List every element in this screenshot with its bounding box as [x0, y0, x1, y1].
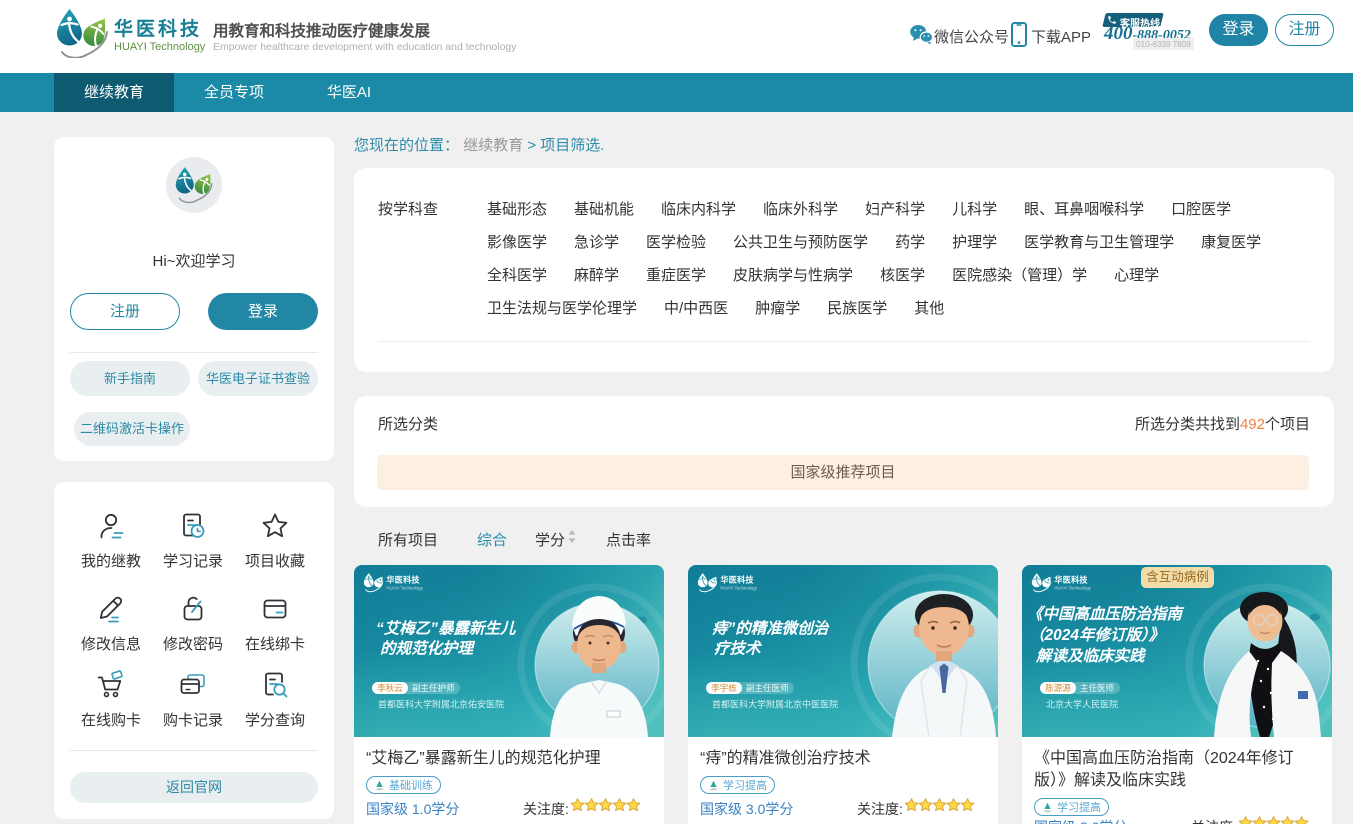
- svg-text:副主任医师: 副主任医师: [746, 683, 789, 693]
- svg-text:HUAYI Technology: HUAYI Technology: [386, 585, 423, 590]
- svg-text:首都医科大学附属北京中医医院: 首都医科大学附属北京中医医院: [712, 699, 838, 710]
- svg-text:首都医科大学附属北京佑安医院: 首都医科大学附属北京佑安医院: [378, 699, 504, 710]
- svg-text:“艾梅乙”暴露新生儿: “艾梅乙”暴露新生儿: [376, 620, 517, 638]
- svg-text:李宇栋: 李宇栋: [711, 683, 737, 693]
- svg-text:（2024年修订版）》: （2024年修订版）》: [1029, 626, 1164, 644]
- svg-text:《中国高血压防治指南: 《中国高血压防治指南: [1027, 605, 1185, 623]
- svg-text:痔”的精准微创治: 痔”的精准微创治: [712, 620, 830, 638]
- svg-text:陈源源: 陈源源: [1045, 683, 1071, 693]
- svg-text:疗技术: 疗技术: [714, 640, 763, 658]
- svg-text:解读及临床实践: 解读及临床实践: [1035, 647, 1146, 665]
- svg-text:的规范化护理: 的规范化护理: [380, 640, 476, 658]
- svg-text:华医科技: 华医科技: [386, 574, 420, 584]
- svg-text:北京大学人民医院: 北京大学人民医院: [1046, 699, 1118, 710]
- svg-text:副主任护师: 副主任护师: [412, 683, 455, 693]
- svg-text:李秋云: 李秋云: [377, 683, 403, 693]
- svg-text:主任医师: 主任医师: [1080, 683, 1115, 693]
